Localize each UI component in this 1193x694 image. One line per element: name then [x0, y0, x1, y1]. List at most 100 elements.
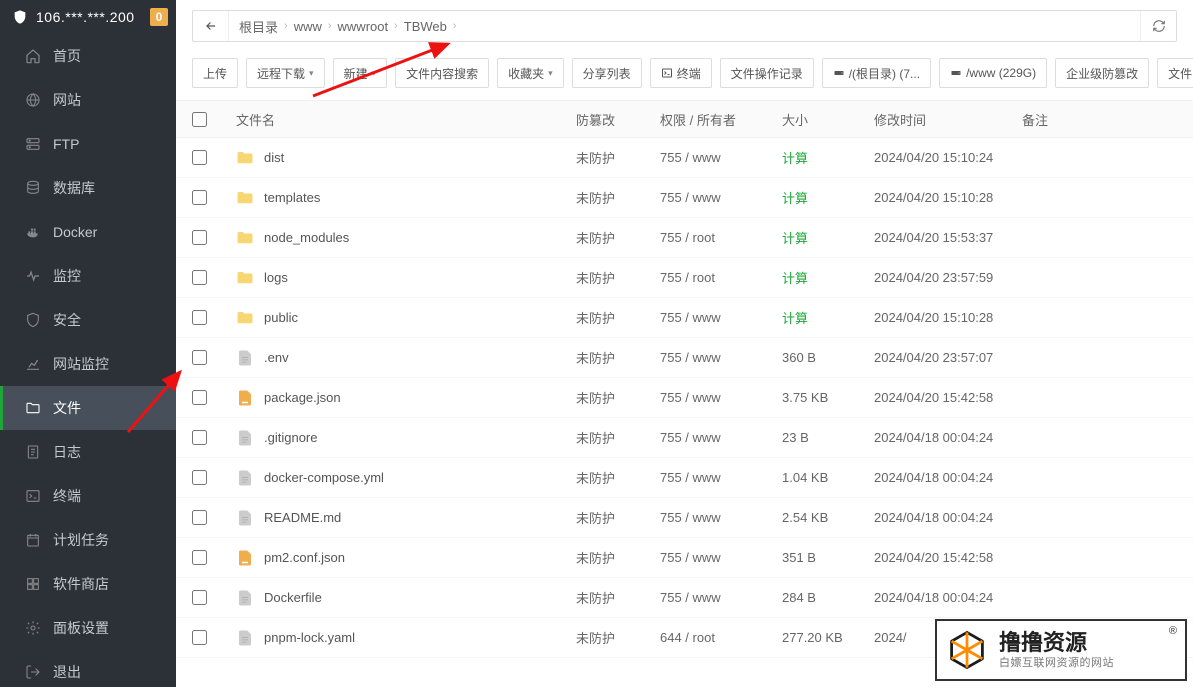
- sidebar-item-folder[interactable]: 文件: [0, 386, 176, 430]
- file-name[interactable]: logs: [264, 270, 288, 285]
- cell-perm[interactable]: 755 / root: [660, 270, 782, 285]
- content-search-button[interactable]: 文件内容搜索: [395, 58, 489, 88]
- cell-perm[interactable]: 755 / www: [660, 550, 782, 565]
- breadcrumb-back-button[interactable]: [193, 11, 229, 41]
- sidebar-item-db[interactable]: 数据库: [0, 166, 176, 210]
- remote-download-button[interactable]: 远程下载▾: [246, 58, 325, 88]
- cell-perm[interactable]: 755 / root: [660, 230, 782, 245]
- col-name[interactable]: 文件名: [236, 110, 576, 129]
- cell-perm[interactable]: 755 / www: [660, 150, 782, 165]
- sidebar-item-log[interactable]: 日志: [0, 430, 176, 474]
- sidebar-item-terminal[interactable]: 终端: [0, 474, 176, 518]
- share-list-button[interactable]: 分享列表: [572, 58, 642, 88]
- favorites-button[interactable]: 收藏夹▾: [497, 58, 564, 88]
- file-name[interactable]: pm2.conf.json: [264, 550, 345, 565]
- cell-size[interactable]: 计算: [782, 268, 874, 287]
- sidebar-item-chart[interactable]: 网站监控: [0, 342, 176, 386]
- table-row[interactable]: Dockerfile未防护755 / www284 B2024/04/18 00…: [176, 578, 1193, 618]
- cell-perm[interactable]: 644 / root: [660, 630, 782, 645]
- col-note[interactable]: 备注: [1022, 110, 1183, 129]
- col-size[interactable]: 大小: [782, 110, 874, 129]
- sidebar-item-home[interactable]: 首页: [0, 34, 176, 78]
- disk-root-button[interactable]: /(根目录) (7...: [822, 58, 931, 88]
- terminal-button[interactable]: 终端: [650, 58, 712, 88]
- new-button[interactable]: 新建▾: [333, 58, 388, 88]
- table-row[interactable]: node_modules未防护755 / root计算2024/04/20 15…: [176, 218, 1193, 258]
- cell-perm[interactable]: 755 / www: [660, 510, 782, 525]
- breadcrumb-segment[interactable]: 根目录: [239, 17, 278, 36]
- col-protect[interactable]: 防篡改: [576, 110, 660, 129]
- table-row[interactable]: package.json未防护755 / www3.75 KB2024/04/2…: [176, 378, 1193, 418]
- row-checkbox[interactable]: [192, 150, 207, 165]
- select-all-checkbox[interactable]: [192, 112, 207, 127]
- table-row[interactable]: .gitignore未防护755 / www23 B2024/04/18 00:…: [176, 418, 1193, 458]
- cell-size[interactable]: 计算: [782, 308, 874, 327]
- sidebar-item-shield[interactable]: 安全: [0, 298, 176, 342]
- enterprise-tamper-button[interactable]: 企业级防篡改: [1055, 58, 1149, 88]
- table-row[interactable]: README.md未防护755 / www2.54 KB2024/04/18 0…: [176, 498, 1193, 538]
- table-row[interactable]: templates未防护755 / www计算2024/04/20 15:10:…: [176, 178, 1193, 218]
- file-name[interactable]: templates: [264, 190, 320, 205]
- row-checkbox[interactable]: [192, 270, 207, 285]
- table-row[interactable]: dist未防护755 / www计算2024/04/20 15:10:24: [176, 138, 1193, 178]
- row-checkbox[interactable]: [192, 190, 207, 205]
- sidebar-item-docker[interactable]: Docker: [0, 210, 176, 254]
- table-row[interactable]: .env未防护755 / www360 B2024/04/20 23:57:07: [176, 338, 1193, 378]
- breadcrumb-segment[interactable]: www: [294, 19, 322, 34]
- file-icon: [236, 389, 254, 407]
- row-checkbox[interactable]: [192, 230, 207, 245]
- table-row[interactable]: docker-compose.yml未防护755 / www1.04 KB202…: [176, 458, 1193, 498]
- row-checkbox[interactable]: [192, 430, 207, 445]
- cell-size[interactable]: 计算: [782, 228, 874, 247]
- table-row[interactable]: pm2.conf.json未防护755 / www351 B2024/04/20…: [176, 538, 1193, 578]
- cell-size[interactable]: 计算: [782, 188, 874, 207]
- cell-perm[interactable]: 755 / www: [660, 470, 782, 485]
- notification-badge[interactable]: 0: [150, 8, 168, 26]
- file-name[interactable]: .gitignore: [264, 430, 317, 445]
- breadcrumb-segment[interactable]: TBWeb: [404, 19, 447, 34]
- file-name[interactable]: docker-compose.yml: [264, 470, 384, 485]
- file-name[interactable]: README.md: [264, 510, 341, 525]
- refresh-button[interactable]: [1140, 11, 1176, 41]
- sidebar-item-task[interactable]: 计划任务: [0, 518, 176, 562]
- row-checkbox[interactable]: [192, 310, 207, 325]
- file-oplog-button[interactable]: 文件操作记录: [720, 58, 814, 88]
- row-checkbox[interactable]: [192, 590, 207, 605]
- breadcrumb-segment[interactable]: wwwroot: [338, 19, 389, 34]
- upload-button[interactable]: 上传: [192, 58, 238, 88]
- row-checkbox[interactable]: [192, 630, 207, 645]
- table-row[interactable]: public未防护755 / www计算2024/04/20 15:10:28: [176, 298, 1193, 338]
- cell-perm[interactable]: 755 / www: [660, 310, 782, 325]
- file-name[interactable]: public: [264, 310, 298, 325]
- file-name[interactable]: Dockerfile: [264, 590, 322, 605]
- row-checkbox[interactable]: [192, 550, 207, 565]
- file-name[interactable]: node_modules: [264, 230, 349, 245]
- file-name[interactable]: .env: [264, 350, 289, 365]
- row-checkbox[interactable]: [192, 390, 207, 405]
- sidebar-item-label: 退出: [53, 662, 81, 682]
- file-icon: [236, 509, 254, 527]
- col-mtime[interactable]: 修改时间: [874, 110, 1022, 129]
- table-row[interactable]: logs未防护755 / root计算2024/04/20 23:57:59: [176, 258, 1193, 298]
- file-name[interactable]: dist: [264, 150, 284, 165]
- cell-perm[interactable]: 755 / www: [660, 350, 782, 365]
- sidebar-item-store[interactable]: 软件商店: [0, 562, 176, 606]
- cell-perm[interactable]: 755 / www: [660, 590, 782, 605]
- sidebar-item-globe[interactable]: 网站: [0, 78, 176, 122]
- col-perm[interactable]: 权限 / 所有者: [660, 110, 782, 129]
- row-checkbox[interactable]: [192, 470, 207, 485]
- more-button[interactable]: 文件: [1157, 58, 1193, 88]
- file-name[interactable]: pnpm-lock.yaml: [264, 630, 355, 645]
- cell-perm[interactable]: 755 / www: [660, 390, 782, 405]
- row-checkbox[interactable]: [192, 510, 207, 525]
- sidebar-item-ftp[interactable]: FTP: [0, 122, 176, 166]
- row-checkbox[interactable]: [192, 350, 207, 365]
- sidebar-item-settings[interactable]: 面板设置: [0, 606, 176, 650]
- disk-www-button[interactable]: /www (229G): [939, 58, 1047, 88]
- sidebar-item-exit[interactable]: 退出: [0, 650, 176, 694]
- sidebar-item-monitor[interactable]: 监控: [0, 254, 176, 298]
- cell-size[interactable]: 计算: [782, 148, 874, 167]
- cell-perm[interactable]: 755 / www: [660, 430, 782, 445]
- file-name[interactable]: package.json: [264, 390, 341, 405]
- cell-perm[interactable]: 755 / www: [660, 190, 782, 205]
